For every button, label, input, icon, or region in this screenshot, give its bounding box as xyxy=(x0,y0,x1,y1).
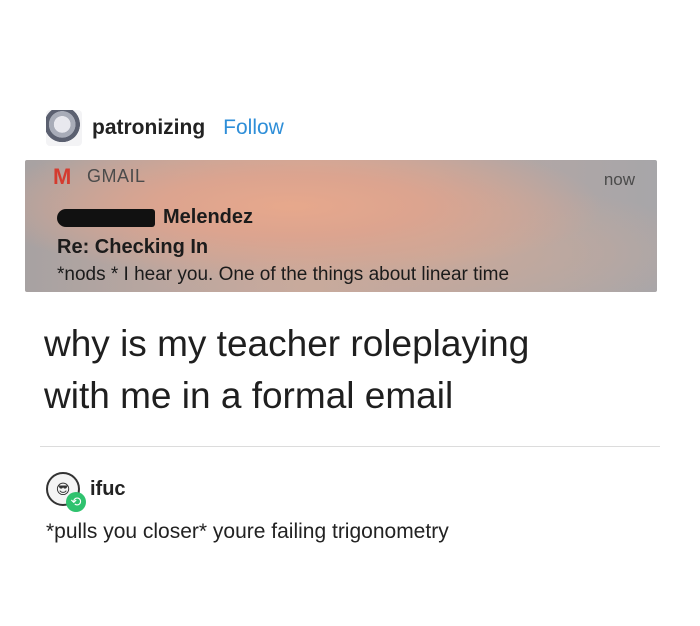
gmail-icon: M xyxy=(53,163,72,189)
sender-name: Melendez xyxy=(163,206,254,228)
caption-line-1: why is my teacher roleplaying xyxy=(44,323,530,364)
email-subject: Re: Checking In xyxy=(57,236,209,258)
sender-row: Melendez xyxy=(57,206,253,229)
caption-line-2: with me in a formal email xyxy=(44,375,454,416)
avatar[interactable] xyxy=(46,110,82,146)
email-preview: *nods * I hear you. One of the things ab… xyxy=(57,264,510,285)
reblog-avatar-icon[interactable]: 😎 ⟲ xyxy=(46,472,86,512)
reblog-icon: ⟲ xyxy=(66,492,86,512)
post-caption: why is my teacher roleplaying with me in… xyxy=(44,318,654,422)
follow-link[interactable]: Follow xyxy=(223,116,284,140)
post-author[interactable]: patronizing xyxy=(92,116,205,140)
reblog-header: 😎 ⟲ ifuc xyxy=(46,472,126,512)
email-notification[interactable]: M GMAIL now Melendez Re: Checking In *no… xyxy=(25,160,657,292)
reblog-author[interactable]: ifuc xyxy=(90,478,126,501)
post-header: patronizing Follow xyxy=(46,110,284,146)
redaction-bar xyxy=(57,208,155,227)
divider xyxy=(40,446,660,447)
notification-time: now xyxy=(603,170,635,189)
reblog-text: *pulls you closer* youre failing trigono… xyxy=(46,520,449,543)
notification-header: M GMAIL xyxy=(53,163,146,189)
app-name: GMAIL xyxy=(87,166,146,186)
